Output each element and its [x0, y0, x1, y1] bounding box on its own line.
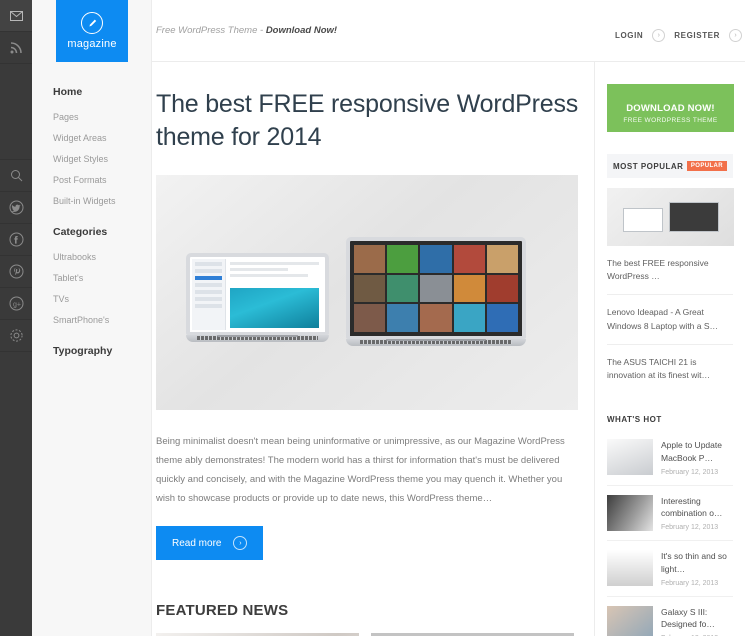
most-popular-widget: MOST POPULAR POPULAR The best FREE respo…	[607, 154, 734, 393]
post-excerpt: Being minimalist doesn't mean being unin…	[156, 436, 565, 504]
sidebar-item-tablets[interactable]: Tablet's	[53, 273, 153, 283]
sidebar-heading-categories: Categories	[53, 226, 108, 238]
register-label[interactable]: REGISTER	[674, 31, 720, 40]
list-item[interactable]: It's so thin and so light… February 12, …	[607, 541, 733, 597]
gear-icon[interactable]	[0, 320, 32, 352]
page-root: g+ magazine Home Pages Widget Areas Widg…	[0, 0, 745, 636]
site-tagline: Free WordPress Theme - Download Now!	[156, 25, 337, 36]
sidebar-item-home[interactable]: Home	[53, 86, 153, 98]
rss-icon[interactable]	[0, 32, 32, 64]
list-item[interactable]: The ASUS TAICHI 21 is innovation at its …	[607, 345, 733, 393]
sidebar-nav: Home Pages Widget Areas Widget Styles Po…	[53, 86, 153, 371]
list-item[interactable]: Interesting combination o… February 12, …	[607, 486, 733, 542]
sidebar-item-typography[interactable]: Typography	[53, 345, 153, 357]
list-item[interactable]: Galaxy S III: Designed fo… February 12, …	[607, 597, 733, 636]
tagline-prefix: Free WordPress Theme -	[156, 25, 266, 36]
sidebar-item-widget-areas[interactable]: Widget Areas	[53, 133, 153, 143]
list-item-thumb	[607, 550, 653, 587]
sidebar-item-tvs[interactable]: TVs	[53, 294, 153, 304]
search-icon[interactable]	[0, 160, 32, 192]
list-item-title: Interesting combination o…	[661, 495, 723, 519]
googleplus-icon[interactable]: g+	[0, 288, 32, 320]
most-popular-title: MOST POPULAR	[613, 161, 684, 171]
list-item-date: February 12, 2013	[661, 579, 719, 587]
svg-text:g+: g+	[13, 302, 21, 309]
login-label[interactable]: LOGIN	[615, 31, 643, 40]
list-item-title: Galaxy S III: Designed fo…	[661, 606, 715, 630]
read-more-label: Read more	[172, 537, 222, 549]
list-item[interactable]: The best FREE responsive WordPress …	[607, 246, 733, 296]
list-item-thumb	[607, 605, 653, 636]
register-arrow-icon[interactable]: ›	[729, 29, 742, 42]
read-more-button[interactable]: Read more ›	[156, 526, 264, 560]
sidebar-item-smartphones[interactable]: SmartPhone's	[53, 315, 153, 325]
sidebar-item-built-in-widgets[interactable]: Built-in Widgets	[53, 196, 153, 206]
download-now-button[interactable]: DOWNLOAD NOW! FREE WORDPRESS THEME	[607, 84, 734, 132]
twitter-icon[interactable]	[0, 192, 32, 224]
featured-news-heading: FEATURED NEWS	[156, 602, 289, 619]
top-bar: Free WordPress Theme - Download Now! LOG…	[152, 0, 745, 62]
sidebar-item-widget-styles[interactable]: Widget Styles	[53, 154, 153, 164]
rail-spacer	[0, 64, 32, 160]
laptop-left-illustration	[186, 253, 329, 342]
mail-icon[interactable]	[0, 0, 32, 32]
chevron-right-icon: ›	[233, 536, 248, 550]
list-item[interactable]: Lenovo Ideapad - A Great Windows 8 Lapto…	[607, 295, 733, 345]
download-now-link[interactable]: Download Now!	[266, 25, 337, 36]
pinterest-icon[interactable]	[0, 256, 32, 288]
list-item-date: February 12, 2013	[661, 524, 719, 532]
whats-hot-title: WHAT'S HOT	[607, 415, 662, 425]
most-popular-header: MOST POPULAR POPULAR	[607, 154, 733, 178]
list-item-title: It's so thin and so light…	[661, 551, 727, 574]
whats-hot-widget: WHAT'S HOT Apple to Update MacBook P… Fe…	[607, 415, 733, 636]
sidebar-categories-group: Categories Ultrabooks Tablet's TVs Smart…	[53, 226, 153, 325]
page-title: The best FREE responsive WordPress theme…	[156, 90, 579, 151]
login-arrow-icon[interactable]: ›	[652, 29, 666, 42]
sidebar-item-post-formats[interactable]: Post Formats	[53, 175, 153, 185]
download-button-subtitle: FREE WORDPRESS THEME	[623, 117, 718, 124]
list-item-thumb	[607, 494, 653, 531]
sidebar-typography-group: Typography	[53, 345, 153, 357]
list-item[interactable]: Apple to Update MacBook P… February 12, …	[607, 430, 733, 486]
account-links: LOGIN › REGISTER ›	[615, 29, 742, 42]
social-icon-rail: g+	[0, 0, 32, 636]
most-popular-image[interactable]	[607, 188, 734, 246]
download-button-title: DOWNLOAD NOW!	[626, 103, 715, 114]
list-item-date: February 12, 2013	[661, 468, 719, 476]
list-item-title: Apple to Update MacBook P…	[661, 440, 722, 463]
pencil-icon	[81, 12, 103, 34]
list-item-thumb	[607, 439, 653, 476]
laptop-right-illustration	[346, 237, 526, 346]
facebook-icon[interactable]	[0, 224, 32, 256]
status-badge: POPULAR	[686, 161, 727, 171]
site-logo[interactable]: magazine	[56, 0, 128, 62]
right-sidebar: DOWNLOAD NOW! FREE WORDPRESS THEME MOST …	[594, 62, 745, 636]
left-sidebar: magazine Home Pages Widget Areas Widget …	[32, 0, 152, 636]
hero-image[interactable]	[156, 175, 578, 410]
sidebar-item-pages[interactable]: Pages	[53, 112, 153, 122]
logo-text: magazine	[67, 38, 117, 50]
main-content: The best FREE responsive WordPress theme…	[152, 62, 594, 636]
sidebar-item-ultrabooks[interactable]: Ultrabooks	[53, 252, 153, 262]
